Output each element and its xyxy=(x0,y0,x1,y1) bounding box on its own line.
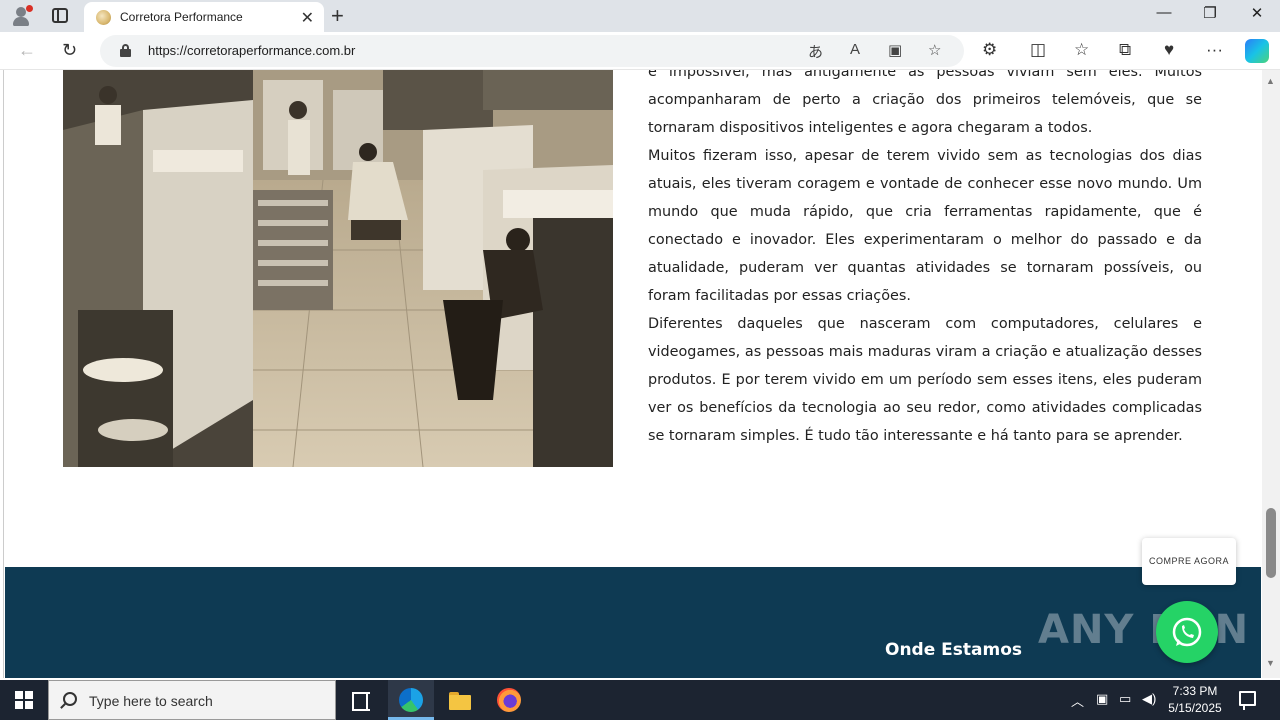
lock-icon[interactable] xyxy=(120,44,131,57)
article-text: é impossível, mas antigamente as pessoas… xyxy=(648,70,1202,450)
collections-icon[interactable]: ⧉ xyxy=(1119,40,1131,60)
article-paragraph: Muitos fizeram isso, apesar de terem viv… xyxy=(648,148,1202,304)
restore-button[interactable]: ❐ xyxy=(1190,4,1230,22)
split-screen-icon[interactable]: ◫ xyxy=(1030,40,1046,60)
whatsapp-icon xyxy=(1172,617,1202,647)
task-view-icon[interactable] xyxy=(350,688,374,712)
translate-icon[interactable]: あ xyxy=(808,41,823,62)
file-explorer-icon[interactable] xyxy=(448,688,472,712)
clock-time: 7:33 PM xyxy=(1172,684,1218,698)
read-aloud-icon[interactable]: A xyxy=(850,41,860,58)
notification-center-icon[interactable] xyxy=(1239,691,1256,710)
favorite-star-icon[interactable]: ☆ xyxy=(928,41,941,59)
url-text[interactable]: https://corretoraperformance.com.br xyxy=(148,43,355,58)
back-arrow-icon[interactable]: ← xyxy=(18,40,36,61)
browser-toolbar: ← ↻ https://corretoraperformance.com.br … xyxy=(0,32,1280,70)
copilot-icon[interactable] xyxy=(1245,39,1269,63)
tab-actions-icon[interactable] xyxy=(52,8,68,23)
tab-title: Corretora Performance xyxy=(120,10,243,24)
volume-icon[interactable]: ◀) xyxy=(1142,691,1156,707)
page-scrollbar[interactable]: ▲ ▼ xyxy=(1262,70,1280,678)
taskbar-clock[interactable]: 7:33 PM 5/15/2025 xyxy=(1160,683,1230,717)
more-menu-icon[interactable]: ··· xyxy=(1206,40,1223,60)
close-window-button[interactable]: ✕ xyxy=(1237,4,1277,22)
network-icon[interactable]: ▭ xyxy=(1119,691,1131,707)
compre-agora-button[interactable]: COMPRE AGORA xyxy=(1142,538,1236,585)
scroll-up-icon[interactable]: ▲ xyxy=(1266,76,1275,86)
taskbar-search-box[interactable]: Type here to search xyxy=(48,680,336,720)
immersive-reader-icon[interactable]: ▣ xyxy=(888,41,902,59)
firefox-icon[interactable] xyxy=(497,688,521,712)
footer-heading: Onde Estamos xyxy=(885,640,1023,660)
search-icon xyxy=(63,692,77,706)
tray-device-icon[interactable]: ▣ xyxy=(1096,691,1108,707)
address-bar[interactable]: https://corretoraperformance.com.br あ A … xyxy=(100,35,964,67)
article-paragraph: Diferentes daqueles que nasceram com com… xyxy=(648,316,1202,444)
windows-start-icon[interactable] xyxy=(15,691,33,709)
profile-avatar-icon[interactable] xyxy=(10,5,33,27)
whatsapp-button[interactable] xyxy=(1156,601,1218,663)
reload-icon[interactable]: ↻ xyxy=(62,40,77,61)
browser-titlebar: Corretora Performance ✕ + — ❐ ✕ xyxy=(0,0,1280,32)
new-tab-button[interactable]: + xyxy=(331,3,344,29)
edge-browser-icon[interactable] xyxy=(399,688,423,712)
tray-chevron-icon[interactable]: ︿ xyxy=(1071,691,1084,710)
scroll-thumb[interactable] xyxy=(1266,508,1276,578)
extensions-icon[interactable]: ⚙ xyxy=(982,40,997,60)
browser-essentials-icon[interactable]: ♥ xyxy=(1164,40,1174,60)
web-page: é impossível, mas antigamente as pessoas… xyxy=(0,70,1262,678)
browser-tab-active[interactable]: Corretora Performance ✕ xyxy=(84,2,324,32)
minimize-button[interactable]: — xyxy=(1144,4,1184,21)
tab-close-icon[interactable]: ✕ xyxy=(301,8,314,28)
site-favicon-icon xyxy=(96,10,111,25)
windows-taskbar: Type here to search ︿ ▣ ▭ ◀) 7:33 PM 5/1… xyxy=(0,680,1280,720)
favorites-icon[interactable]: ☆ xyxy=(1074,40,1089,60)
article-paragraph: é impossível, mas antigamente as pessoas… xyxy=(648,70,1202,136)
vintage-computer-room-photo xyxy=(63,70,613,467)
clock-date: 5/15/2025 xyxy=(1168,701,1222,715)
scroll-down-icon[interactable]: ▼ xyxy=(1266,658,1275,668)
search-placeholder: Type here to search xyxy=(89,693,213,709)
